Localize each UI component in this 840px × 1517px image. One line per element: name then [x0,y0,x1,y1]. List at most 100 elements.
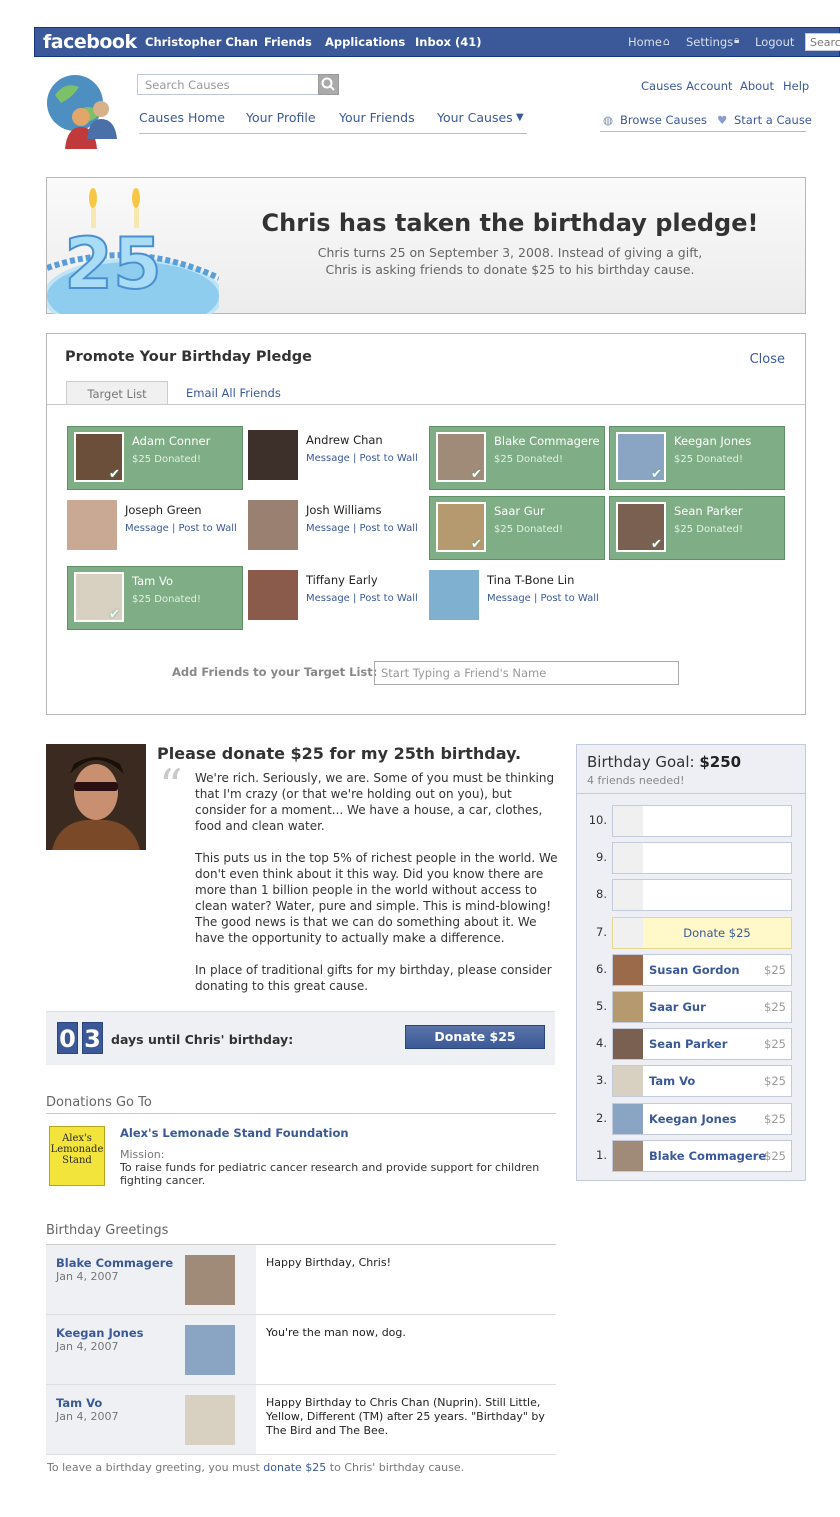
donate-link[interactable]: donate $25 [263,1461,326,1474]
donor-photo[interactable] [613,1103,643,1134]
donor-photo[interactable] [613,1029,643,1060]
donor-name-link[interactable]: Sean Parker [649,1037,727,1051]
goal-slot[interactable] [612,842,792,875]
lemonade-stand-logo[interactable]: Alex's Lemonade Stand [49,1126,105,1186]
org-name-link[interactable]: Alex's Lemonade Stand Foundation [120,1126,349,1140]
causes-account-link[interactable]: Causes Account [641,79,733,93]
donor-photo[interactable] [613,1140,643,1171]
friend-name[interactable]: Sean Parker [674,504,743,518]
friend-card[interactable]: Keegan Jones $25 Donated! ✔ [609,426,785,490]
friend-photo[interactable] [67,500,117,550]
facebook-logo[interactable]: facebook [43,31,137,53]
goal-slot[interactable]: Tam Vo $25 [612,1065,792,1098]
greeting-author-link[interactable]: Tam Vo [56,1396,102,1410]
greeting-row: Blake Commagere Jan 4, 2007 Happy Birthday… [46,1245,556,1315]
nav-profile-link[interactable]: Christopher Chan [145,35,258,49]
mission-text: To raise funds for pediatric cancer rese… [120,1161,540,1187]
goal-slot[interactable]: Sean Parker $25 [612,1028,792,1061]
nav-logout-link[interactable]: Logout [755,35,794,49]
close-button[interactable]: Close [750,352,785,367]
friend-card[interactable]: Josh Williams Message | Post to Wall [248,496,424,560]
goal-slot[interactable]: Keegan Jones $25 [612,1102,792,1135]
friend-name[interactable]: Saar Gur [494,504,545,518]
friend-photo[interactable] [429,570,479,620]
friend-card[interactable]: Blake Commagere $25 Donated! ✔ [429,426,605,490]
friend-card[interactable]: Sean Parker $25 Donated! ✔ [609,496,785,560]
friend-name[interactable]: Andrew Chan [306,433,383,447]
facebook-search-input[interactable]: Search [805,33,840,51]
chris-avatar[interactable] [46,744,146,850]
friend-card[interactable]: Saar Gur $25 Donated! ✔ [429,496,605,560]
friend-actions[interactable]: Message | Post to Wall [306,593,418,604]
nav-inbox-link[interactable]: Inbox (41) [415,35,482,49]
friend-actions[interactable]: Message | Post to Wall [306,453,418,464]
goal-slot[interactable]: Blake Commagere $25 [612,1139,792,1172]
tab-your-causes[interactable]: Your Causes [437,110,513,125]
donor-photo[interactable] [613,1066,643,1097]
tab-target-list[interactable]: Target List [66,381,168,405]
friend-card[interactable]: Adam Conner $25 Donated! ✔ [67,426,243,490]
donor-name-link[interactable]: Keegan Jones [649,1112,737,1126]
donor-name-link[interactable]: Susan Gordon [649,963,740,977]
donor-name-link[interactable]: Saar Gur [649,1000,706,1014]
friend-photo[interactable] [248,430,298,480]
friend-photo[interactable] [248,570,298,620]
friend-name[interactable]: Tina T-Bone Lin [487,573,574,587]
about-link[interactable]: About [740,79,774,93]
browse-causes-link[interactable]: Browse Causes [620,113,707,127]
greeting-author-link[interactable]: Keegan Jones [56,1326,144,1340]
chevron-down-icon[interactable]: ▼ [516,112,524,123]
friend-photo[interactable] [248,500,298,550]
causes-search-button[interactable] [318,74,339,95]
goal-slot[interactable]: Donate $25 [612,916,792,949]
nav-friends-link[interactable]: Friends [264,35,312,49]
nav-settings-link[interactable]: Settings [686,35,733,49]
greeting-row: Tam Vo Jan 4, 2007 Happy Birthday to Chris… [46,1385,556,1455]
donated-status: $25 Donated! [494,454,563,465]
tab-your-profile[interactable]: Your Profile [246,110,316,125]
greeting-author-photo[interactable] [185,1255,235,1305]
donate-button[interactable]: Donate $25 [405,1025,545,1049]
add-friend-input[interactable]: Start Typing a Friend's Name [374,661,679,685]
greeting-author-link[interactable]: Blake Commagere [56,1256,173,1270]
causes-search-input[interactable]: Search Causes [137,74,319,95]
greeting-author-photo[interactable] [185,1325,235,1375]
greeting-author-photo[interactable] [185,1395,235,1445]
donor-photo[interactable] [613,992,643,1022]
friend-card[interactable]: Tiffany Early Message | Post to Wall [248,566,424,630]
quote-mark-icon: “ [159,759,183,813]
friend-name[interactable]: Keegan Jones [674,434,751,448]
donor-amount: $25 [764,1074,786,1089]
friend-name[interactable]: Joseph Green [125,503,202,517]
checkmark-icon: ✔ [471,537,482,552]
friend-card[interactable]: Joseph Green Message | Post to Wall [67,496,243,560]
goal-slot[interactable]: Susan Gordon $25 [612,953,792,986]
donor-name-link[interactable]: Tam Vo [649,1074,695,1088]
goal-slot[interactable]: Saar Gur $25 [612,991,792,1023]
friend-actions[interactable]: Message | Post to Wall [306,523,418,534]
friend-name[interactable]: Adam Conner [132,434,210,448]
start-cause-link[interactable]: Start a Cause [734,113,812,127]
heart-icon: ♥ [717,113,728,127]
tab-email-all-friends[interactable]: Email All Friends [186,386,281,400]
friend-actions[interactable]: Message | Post to Wall [125,523,237,534]
nav-home-link[interactable]: Home [628,35,662,49]
friend-name[interactable]: Tiffany Early [306,573,378,587]
friend-name[interactable]: Tam Vo [132,574,173,588]
help-link[interactable]: Help [783,79,809,93]
goal-slot[interactable] [612,879,792,912]
friend-card[interactable]: Tina T-Bone Lin Message | Post to Wall [429,566,605,630]
goal-slot[interactable] [612,805,792,837]
donor-photo[interactable] [613,954,643,985]
causes-globe-logo[interactable] [45,73,123,149]
friend-card[interactable]: Tam Vo $25 Donated! ✔ [67,566,243,630]
donor-name-link[interactable]: Blake Commagere [649,1149,766,1163]
friend-name[interactable]: Josh Williams [306,503,382,517]
tab-your-friends[interactable]: Your Friends [339,110,415,125]
goal-donate-link[interactable]: Donate $25 [643,926,791,940]
friend-name[interactable]: Blake Commagere [494,434,600,448]
nav-applications-link[interactable]: Applications [325,35,405,49]
tab-causes-home[interactable]: Causes Home [139,110,225,125]
friend-card[interactable]: Andrew Chan Message | Post to Wall [248,426,424,490]
friend-actions[interactable]: Message | Post to Wall [487,593,599,604]
